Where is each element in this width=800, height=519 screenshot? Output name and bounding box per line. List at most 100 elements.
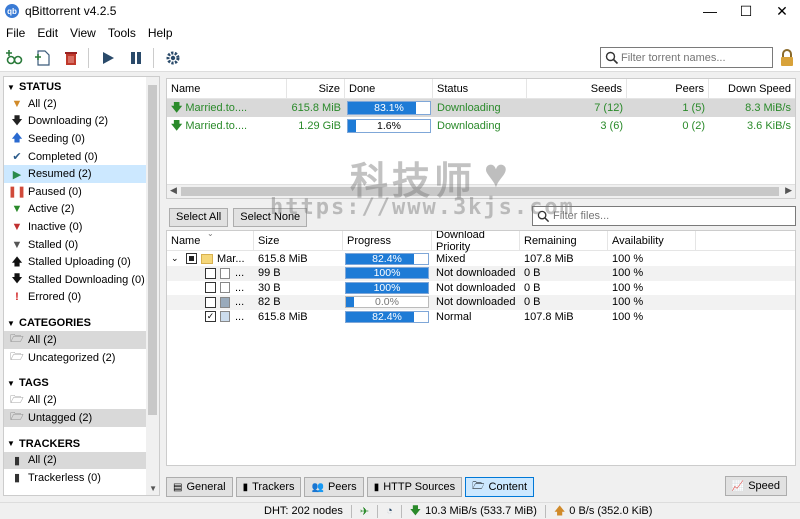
column-header-progress[interactable]: Progress xyxy=(343,231,432,250)
status-item-seeding[interactable]: 🡅 Seeding (0) xyxy=(4,130,147,148)
server-icon: ▮ xyxy=(242,481,249,493)
add-link-button[interactable] xyxy=(2,46,28,70)
status-item-resumed[interactable]: ▶ Resumed (2) xyxy=(4,165,147,183)
column-header-download-priority[interactable]: Download Priority xyxy=(432,231,520,253)
file-row[interactable]: ... 82 B 0.0% Not downloaded 0 B 100 % xyxy=(167,295,795,310)
torrent-row[interactable]: 🡇 Married.to.... 615.8 MiB 83.1% Downloa… xyxy=(167,99,795,117)
pause-button[interactable] xyxy=(123,46,149,70)
status-item-active[interactable]: ▼ Active (2) xyxy=(4,201,147,219)
sidebar-scroll-thumb[interactable] xyxy=(148,85,157,415)
chevron-down-icon: ▼ xyxy=(7,378,15,388)
status-item-stalled[interactable]: ▼ Stalled (0) xyxy=(4,236,147,254)
status-item-completed[interactable]: ✔ Completed (0) xyxy=(4,148,147,166)
file-checkbox[interactable] xyxy=(205,267,216,279)
menu-view[interactable]: View xyxy=(64,26,102,40)
file-filter-input[interactable] xyxy=(553,210,783,222)
tab-http-sources[interactable]: ▮ HTTP Sources xyxy=(366,477,463,497)
minimize-button[interactable]: — xyxy=(692,0,728,22)
file-remaining: 0 B xyxy=(524,267,541,280)
connection-status-icon[interactable]: ✈ xyxy=(360,505,369,518)
progress-label: 100% xyxy=(373,268,401,279)
category-item-all[interactable]: 🗁 All (2) xyxy=(4,331,147,349)
menu-tools[interactable]: Tools xyxy=(102,26,142,40)
tab-speed[interactable]: 📈 Speed xyxy=(724,476,787,496)
scroll-right-arrow-icon[interactable]: ▶ xyxy=(785,185,792,196)
column-header-availability[interactable]: Availability xyxy=(608,231,696,250)
column-header-status[interactable]: Status xyxy=(433,79,527,98)
close-button[interactable]: ✕ xyxy=(764,0,800,22)
select-all-button[interactable]: Select All xyxy=(169,207,229,227)
select-none-button[interactable]: Select None xyxy=(233,207,308,227)
column-header-size[interactable]: Size xyxy=(287,79,345,98)
tags-section-header[interactable]: ▼ TAGS xyxy=(4,375,159,391)
torrent-search-input[interactable] xyxy=(621,51,771,64)
info-list-icon: ▤ xyxy=(173,481,183,493)
column-header-seeds[interactable]: Seeds xyxy=(527,79,627,98)
tab-general[interactable]: ▤ General xyxy=(166,477,233,497)
filter-icon: ▼ xyxy=(11,220,23,233)
file-priority[interactable]: Mixed xyxy=(432,253,520,265)
column-header-name[interactable]: Name ⌄ xyxy=(167,231,254,250)
trackers-section-header[interactable]: ▼ TRACKERS xyxy=(4,436,159,452)
file-priority[interactable]: Not downloaded xyxy=(432,267,520,279)
lock-button[interactable] xyxy=(779,49,795,67)
tracker-item-trackerless[interactable]: ▮ Trackerless (0) xyxy=(4,469,147,487)
add-file-button[interactable] xyxy=(30,46,56,70)
file-checkbox[interactable]: ✓ xyxy=(205,311,216,323)
status-item-stalled-downloading[interactable]: 🡇 Stalled Downloading (0) xyxy=(4,271,147,289)
status-separator xyxy=(400,504,402,518)
file-filter-box[interactable] xyxy=(532,206,796,226)
upload-speed[interactable]: 0 B/s (352.0 KiB) xyxy=(569,505,652,517)
column-header-peers[interactable]: Peers xyxy=(627,79,709,98)
menu-edit[interactable]: Edit xyxy=(31,26,64,40)
tab-peers[interactable]: 👥 Peers xyxy=(304,477,364,497)
file-list-header: Name ⌄ Size Progress Download Priority Re… xyxy=(167,231,795,253)
column-header-done[interactable]: Done xyxy=(345,79,433,98)
delete-button[interactable] xyxy=(58,46,84,70)
file-row[interactable]: ... 30 B 100% Not downloaded 0 B 100 % xyxy=(167,281,795,296)
file-row[interactable]: ... 99 B 100% Not downloaded 0 B 100 % xyxy=(167,266,795,281)
file-checkbox[interactable] xyxy=(205,296,216,308)
menu-file[interactable]: File xyxy=(0,26,31,40)
column-header-name[interactable]: Name xyxy=(167,79,287,98)
menu-help[interactable]: Help xyxy=(142,26,179,40)
categories-section-header[interactable]: ▼ CATEGORIES xyxy=(4,315,159,331)
status-item-stalled-uploading[interactable]: 🡅 Stalled Uploading (0) xyxy=(4,253,147,271)
column-header-size[interactable]: Size xyxy=(254,231,343,250)
speed-limit-icon[interactable]: ◔ xyxy=(386,505,393,517)
options-button[interactable] xyxy=(160,46,186,70)
status-item-paused[interactable]: ❚❚ Paused (0) xyxy=(4,183,147,201)
file-priority[interactable]: Normal xyxy=(432,311,520,323)
tag-item-untagged[interactable]: 🗁 Untagged (2) xyxy=(4,408,147,427)
tracker-item-all[interactable]: ▮ All (2) xyxy=(4,451,147,470)
torrent-list-hscrollbar[interactable]: ◀ ▶ xyxy=(167,184,795,198)
column-header-down-speed[interactable]: Down Speed xyxy=(709,79,795,98)
file-name-cell: ... xyxy=(167,296,254,308)
download-speed[interactable]: 10.3 MiB/s (533.7 MiB) xyxy=(425,505,537,517)
status-item-downloading[interactable]: 🡇 Downloading (2) xyxy=(4,113,147,131)
status-item-all[interactable]: ▼ All (2) xyxy=(4,95,147,113)
file-checkbox[interactable] xyxy=(186,253,197,264)
torrent-search-box[interactable] xyxy=(600,47,773,68)
status-item-errored[interactable]: ! Errored (0) xyxy=(4,289,147,307)
file-checkbox[interactable] xyxy=(205,282,216,294)
file-priority[interactable]: Not downloaded xyxy=(432,296,520,308)
scroll-left-arrow-icon[interactable]: ◀ xyxy=(170,185,177,196)
hscroll-thumb[interactable] xyxy=(181,187,779,196)
chevron-down-icon[interactable]: ⌄ xyxy=(171,253,181,264)
file-priority[interactable]: Not downloaded xyxy=(432,282,520,294)
column-header-remaining[interactable]: Remaining xyxy=(520,231,608,250)
tag-item-all[interactable]: 🗁 All (2) xyxy=(4,391,147,409)
resume-button[interactable] xyxy=(95,46,121,70)
file-row[interactable]: ⌄ Mar... 615.8 MiB 82.4% Mixed 107.8 MiB … xyxy=(167,251,795,266)
scroll-down-arrow-icon[interactable]: ▼ xyxy=(149,484,157,493)
peers-icon: 👥 xyxy=(311,481,324,493)
maximize-button[interactable]: ☐ xyxy=(728,0,764,22)
torrent-row[interactable]: 🡇 Married.to.... 1.29 GiB 1.6% Downloadi… xyxy=(167,117,795,135)
status-item-inactive[interactable]: ▼ Inactive (0) xyxy=(4,218,147,236)
category-item-uncategorized[interactable]: 🗁 Uncategorized (2) xyxy=(4,349,147,367)
file-row[interactable]: ✓... 615.8 MiB 82.4% Normal 107.8 MiB 10… xyxy=(167,310,795,325)
tab-content[interactable]: 🗁 Content xyxy=(465,477,535,497)
tab-trackers[interactable]: ▮ Trackers xyxy=(235,477,302,497)
status-section-header[interactable]: ▼ STATUS xyxy=(4,79,159,95)
